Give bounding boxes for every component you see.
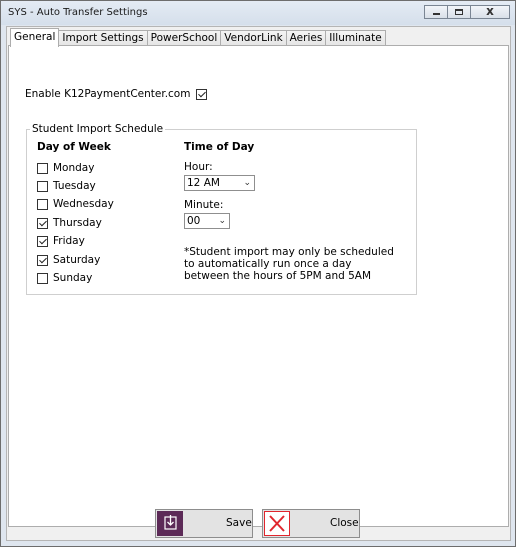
dialog-client-area: General Import Settings PowerSchool Vend… [6,26,511,541]
day-row-saturday[interactable]: Saturday [37,254,100,266]
time-of-day-heading: Time of Day [184,141,255,153]
wednesday-checkbox[interactable] [37,198,48,210]
minute-select[interactable]: 00 ⌄ [184,213,230,229]
saturday-label: Saturday [53,254,101,266]
enable-k12-label: Enable K12PaymentCenter.com [25,88,191,100]
minute-value: 00 [187,215,201,227]
wednesday-label: Wednesday [53,198,114,210]
sunday-checkbox[interactable] [37,272,48,284]
save-button-label: Save [226,517,252,529]
hour-value: 12 AM [187,177,220,189]
thursday-checkbox[interactable] [37,217,48,229]
minimize-icon [433,13,440,15]
enable-k12-row: Enable K12PaymentCenter.com [25,88,208,100]
chevron-down-icon: ⌄ [243,178,251,188]
day-row-sunday[interactable]: Sunday [37,272,92,284]
student-import-schedule-group: Student Import Schedule Day of Week Time… [26,123,417,295]
tab-illuminate[interactable]: Illuminate [325,30,386,46]
sunday-label: Sunday [53,272,93,284]
hour-label: Hour: [184,161,213,173]
day-row-friday[interactable]: Friday [37,235,85,247]
tab-strip: General Import Settings PowerSchool Vend… [10,28,386,47]
maximize-icon [455,9,463,15]
day-row-thursday[interactable]: Thursday [37,217,102,229]
window-close-button[interactable]: x [470,4,510,19]
thursday-label: Thursday [53,217,102,229]
hour-select[interactable]: 12 AM ⌄ [184,175,255,191]
group-title: Student Import Schedule [30,123,166,135]
tuesday-label: Tuesday [53,180,96,192]
dialog-window: SYS - Auto Transfer Settings x General I… [0,0,516,547]
friday-label: Friday [53,235,85,247]
tab-vendorlink[interactable]: VendorLink [220,30,287,46]
minute-label: Minute: [184,199,224,211]
save-button[interactable]: Save [155,509,253,538]
tab-powerschool[interactable]: PowerSchool [146,30,222,46]
day-row-monday[interactable]: Monday [37,162,94,174]
schedule-note: *Student import may only be scheduled to… [184,246,394,282]
day-row-wednesday[interactable]: Wednesday [37,198,114,210]
close-button[interactable]: Close [262,509,360,538]
title-bar[interactable]: SYS - Auto Transfer Settings x [1,1,515,25]
general-tab-panel: Enable K12PaymentCenter.com Student Impo… [8,45,509,527]
monday-checkbox[interactable] [37,162,48,174]
close-x-icon [264,511,290,536]
tab-aeries[interactable]: Aeries [285,30,327,46]
day-row-tuesday[interactable]: Tuesday [37,180,96,192]
monday-label: Monday [53,162,95,174]
save-download-icon [157,511,183,536]
saturday-checkbox[interactable] [37,254,48,266]
close-button-label: Close [330,517,359,529]
chevron-down-icon: ⌄ [218,216,226,226]
close-icon: x [486,4,494,18]
friday-checkbox[interactable] [37,235,48,247]
minimize-button[interactable] [424,5,448,19]
window-controls: x [424,4,510,19]
enable-k12-checkbox[interactable] [196,88,208,100]
maximize-button[interactable] [447,5,471,19]
window-title: SYS - Auto Transfer Settings [8,7,148,18]
day-of-week-heading: Day of Week [37,141,111,153]
tab-import-settings[interactable]: Import Settings [58,30,148,46]
tab-general[interactable]: General [10,28,60,47]
tuesday-checkbox[interactable] [37,180,48,192]
